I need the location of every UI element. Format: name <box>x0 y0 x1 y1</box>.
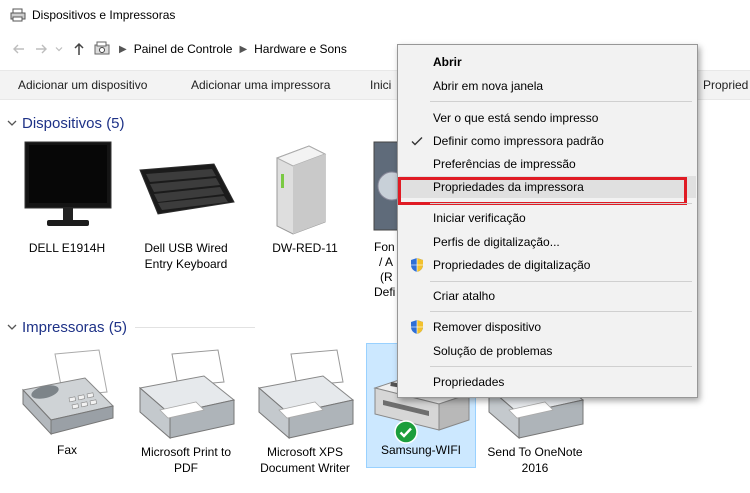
start-scan-button[interactable]: Inici <box>370 71 391 99</box>
breadcrumb-separator[interactable]: ▶ <box>119 44 127 55</box>
menu-separator <box>430 366 692 367</box>
printer-item-fax[interactable]: Fax <box>12 348 122 458</box>
menu-item-print-preferences[interactable]: Preferências de impressão <box>399 153 696 175</box>
device-label: DW-RED-11 <box>272 241 338 255</box>
devices-printers-icon <box>10 8 26 22</box>
menu-item-set-default[interactable]: Definir como impressora padrão <box>399 130 696 152</box>
menu-separator <box>430 101 692 102</box>
check-icon <box>411 137 423 146</box>
devices-group-title: Dispositivos (5) <box>22 114 125 132</box>
menu-item-start-scan[interactable]: Iniciar verificação <box>399 207 696 229</box>
arrow-up-icon <box>74 42 84 55</box>
highlight-annotation <box>398 177 687 205</box>
menu-item-open-new-window[interactable]: Abrir em nova janela <box>399 75 696 97</box>
menu-separator <box>430 311 692 312</box>
recent-locations-button[interactable] <box>52 38 66 60</box>
arrow-right-icon <box>36 44 47 54</box>
default-printer-check-icon <box>394 420 418 444</box>
window-title: Dispositivos e Impressoras <box>32 8 176 22</box>
chevron-down-icon <box>55 47 63 52</box>
printer-label: Samsung-WIFI <box>380 443 461 457</box>
up-button[interactable] <box>68 38 90 60</box>
add-printer-button[interactable]: Adicionar uma impressora <box>191 71 330 99</box>
printer-icon <box>138 349 236 440</box>
arrow-left-icon <box>13 44 24 54</box>
device-label: Fon / A (R Defi <box>374 240 396 299</box>
external-drive-icon <box>275 145 327 235</box>
menu-item-scan-profiles[interactable]: Perfis de digitalização... <box>399 231 696 253</box>
printer-icon <box>257 349 355 440</box>
device-item-partial[interactable]: Fon / A (R Defi <box>362 140 398 300</box>
menu-item-properties[interactable]: Propriedades <box>399 371 696 393</box>
menu-item-create-shortcut[interactable]: Criar atalho <box>399 285 696 307</box>
chevron-down-icon[interactable] <box>6 321 18 333</box>
shield-icon <box>411 320 423 334</box>
device-label: Dell USB Wired Entry Keyboard <box>144 241 228 271</box>
device-item-drive[interactable]: DW-RED-11 <box>250 140 360 256</box>
shield-icon <box>411 258 423 272</box>
device-icon <box>373 141 398 231</box>
printer-item-pdf[interactable]: Microsoft Print to PDF <box>131 348 241 476</box>
keyboard-icon <box>139 163 235 215</box>
chevron-down-icon[interactable] <box>6 117 18 129</box>
breadcrumb-separator[interactable]: ▶ <box>239 44 247 55</box>
menu-item-see-printing[interactable]: Ver o que está sendo impresso <box>399 107 696 129</box>
printer-label: Microsoft XPS Document Writer <box>260 445 350 475</box>
menu-item-open[interactable]: Abrir <box>399 51 696 73</box>
device-label: DELL E1914H <box>28 241 106 255</box>
menu-separator <box>430 203 692 204</box>
printers-group-title: Impressoras (5) <box>22 318 128 336</box>
menu-item-troubleshoot[interactable]: Solução de problemas <box>399 340 696 362</box>
add-device-button[interactable]: Adicionar um dispositivo <box>18 71 147 99</box>
group-divider <box>135 326 256 328</box>
breadcrumb-hardware-sound[interactable]: Hardware e Sons <box>254 42 347 56</box>
monitor-icon <box>24 141 112 226</box>
forward-button[interactable] <box>30 38 52 60</box>
menu-separator <box>430 281 692 282</box>
device-item-keyboard[interactable]: Dell USB Wired Entry Keyboard <box>131 140 241 272</box>
title-bar: Dispositivos e Impressoras <box>0 0 750 30</box>
printer-label: Microsoft Print to PDF <box>140 445 232 475</box>
context-menu: Abrir Abrir em nova janela Ver o que est… <box>397 44 698 398</box>
breadcrumb-control-panel[interactable]: Painel de Controle <box>134 42 233 56</box>
fax-icon <box>22 349 114 436</box>
control-panel-icon <box>94 41 110 55</box>
menu-item-scan-properties[interactable]: Propriedades de digitalização <box>399 254 696 276</box>
back-button[interactable] <box>8 38 30 60</box>
device-item-monitor[interactable]: DELL E1914H <box>12 140 122 256</box>
menu-item-remove-device[interactable]: Remover dispositivo <box>399 316 696 338</box>
printer-label: Send To OneNote 2016 <box>487 445 583 475</box>
properties-button[interactable]: Propried <box>703 71 748 99</box>
printer-item-xps[interactable]: Microsoft XPS Document Writer <box>250 348 360 476</box>
breadcrumb[interactable]: ▶ Painel de Controle ▶ Hardware e Sons <box>94 38 347 60</box>
printer-label: Fax <box>56 443 77 457</box>
